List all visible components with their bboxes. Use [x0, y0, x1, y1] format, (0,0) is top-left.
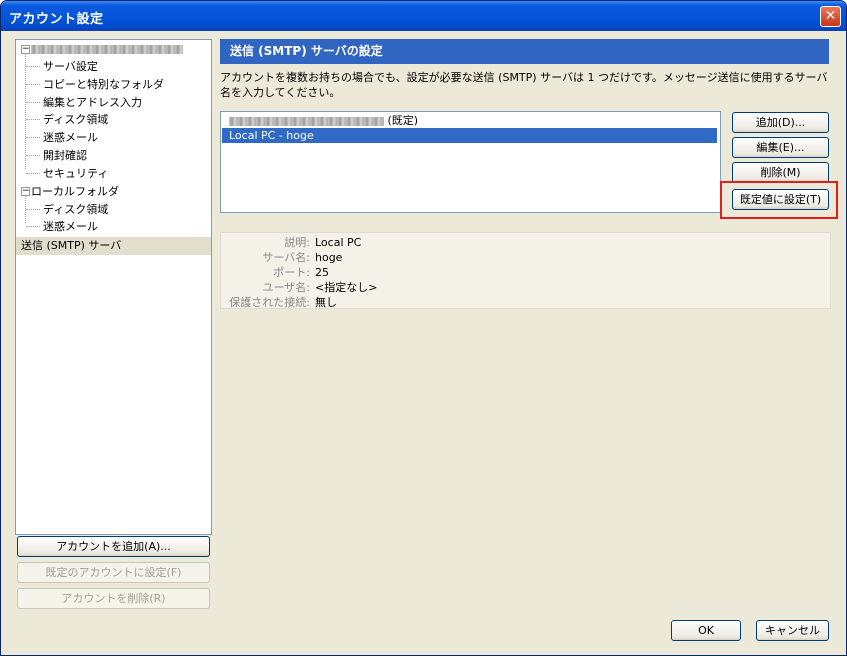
default-marker: (既定) — [387, 114, 419, 127]
tree-connector — [26, 155, 40, 156]
tree-connector — [26, 137, 40, 138]
smtp-description: アカウントを複数お持ちの場合でも、設定が必要な送信 (SMTP) サーバは 1 … — [220, 71, 828, 99]
tree-item-local-disk-space[interactable]: ディスク領域 — [43, 201, 108, 218]
tree-item-local-folders[interactable]: ローカルフォルダ — [31, 183, 119, 200]
local-collapse-toggle[interactable]: − — [21, 187, 30, 196]
tree-item-smtp[interactable]: 送信 (SMTP) サーバ — [21, 237, 121, 254]
add-account-button[interactable]: アカウントを追加(A)... — [17, 536, 210, 557]
server-list-item[interactable]: (既定) — [222, 113, 717, 128]
window-title: アカウント設定 — [9, 12, 104, 27]
tree-item-local-junk[interactable]: 迷惑メール — [43, 218, 98, 235]
tree-item-security[interactable]: セキュリティ — [43, 165, 108, 182]
ok-button[interactable]: OK — [671, 620, 741, 641]
server-list-item[interactable]: Local PC - hoge — [222, 128, 717, 143]
tree-item-copies-folders[interactable]: コピーと特別なフォルダ — [43, 76, 164, 93]
redacted-server-name — [229, 116, 384, 126]
tree-connector — [26, 84, 40, 85]
tree-item-receipts[interactable]: 開封確認 — [43, 147, 87, 164]
tree-item-junk[interactable]: 迷惑メール — [43, 129, 98, 146]
tree-connector — [26, 66, 40, 67]
detail-label-secure: 保護された接続: — [229, 296, 310, 309]
redacted-account-name — [31, 44, 183, 54]
tree-connector — [26, 226, 40, 227]
smtp-panel-header: 送信 (SMTP) サーバの設定 — [220, 39, 829, 64]
smtp-server-list[interactable]: (既定) Local PC - hoge — [220, 111, 721, 213]
set-default-account-button[interactable]: 既定のアカウントに設定(F) — [17, 562, 210, 583]
account-collapse-toggle[interactable]: − — [21, 45, 30, 54]
close-button[interactable]: ✕ — [820, 6, 841, 27]
detail-value-server: hoge — [315, 251, 343, 264]
tree-item-server-settings[interactable]: サーバ設定 — [43, 58, 98, 75]
delete-server-button[interactable]: 削除(M) — [732, 162, 829, 183]
tree-item-account[interactable] — [31, 40, 183, 57]
account-tree[interactable]: − サーバ設定 コピーと特別なフォルダ 編集とアドレス入力 ディスク領域 迷惑メ… — [15, 39, 212, 535]
detail-value-description: Local PC — [315, 236, 362, 249]
tree-connector — [26, 173, 40, 174]
add-server-button[interactable]: 追加(D)... — [732, 112, 829, 133]
tree-item-composition[interactable]: 編集とアドレス入力 — [43, 94, 142, 111]
detail-label-server: サーバ名: — [262, 251, 310, 264]
detail-label-port: ポート: — [273, 266, 310, 279]
detail-value-user: <指定なし> — [315, 281, 378, 294]
cancel-button[interactable]: キャンセル — [756, 620, 829, 641]
tree-connector — [25, 54, 26, 169]
detail-label-user: ユーザ名: — [262, 281, 311, 294]
edit-server-button[interactable]: 編集(E)... — [732, 137, 829, 158]
tree-connector — [26, 119, 40, 120]
annotation-highlight — [720, 181, 838, 219]
detail-value-port: 25 — [315, 266, 329, 279]
detail-value-secure: 無し — [315, 296, 337, 309]
tree-item-disk-space[interactable]: ディスク領域 — [43, 111, 108, 128]
tree-connector — [26, 209, 40, 210]
server-details-panel: 説明: Local PC サーバ名: hoge ポート: 25 ユーザ名: <指… — [220, 232, 831, 309]
title-bar[interactable]: アカウント設定 ✕ — [1, 1, 846, 31]
dialog-body: − サーバ設定 コピーと特別なフォルダ 編集とアドレス入力 ディスク領域 迷惑メ… — [5, 31, 842, 651]
remove-account-button[interactable]: アカウントを削除(R) — [17, 588, 210, 609]
account-settings-window: アカウント設定 ✕ − サーバ設定 コピーと特別なフォルダ 編集とアドレス入力 … — [0, 0, 847, 656]
detail-label-description: 説明: — [284, 236, 310, 249]
tree-connector — [26, 102, 40, 103]
